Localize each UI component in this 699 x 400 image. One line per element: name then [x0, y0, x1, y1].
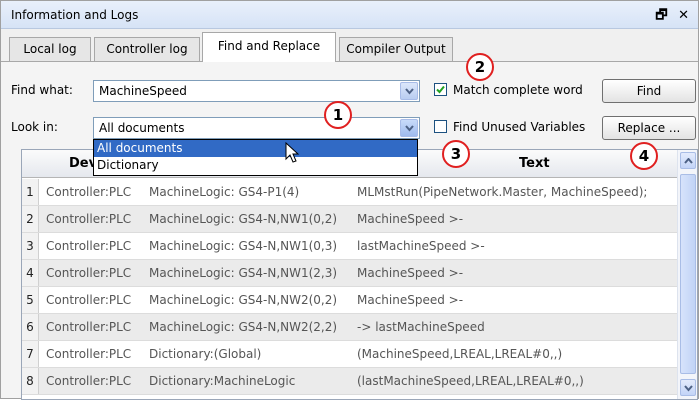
table-row[interactable]: 6 Controller:PLC MachineLogic: GS4-N,NW2…	[22, 314, 677, 341]
row-number: 4	[22, 260, 39, 286]
information-and-logs-panel: Information and Logs 🗗 ✕ Local log Contr…	[0, 0, 699, 400]
row-location: MachineLogic: GS4-P1(4)	[149, 185, 300, 199]
row-text: (lastMachineSpeed,LREAL,LREAL#0,,)	[357, 374, 584, 388]
row-location: MachineLogic: GS4-N,NW2(0,2)	[149, 293, 338, 307]
row-device: Controller:PLC	[46, 212, 132, 226]
table-row[interactable]: 2 Controller:PLC MachineLogic: GS4-N,NW1…	[22, 206, 677, 233]
row-location: MachineLogic: GS4-N,NW2(2,2)	[149, 320, 338, 334]
vertical-scrollbar[interactable]	[677, 150, 697, 399]
row-location: Dictionary:MachineLogic	[149, 374, 296, 388]
panel-title: Information and Logs	[11, 8, 139, 22]
tab-strip: Local log Controller log Find and Replac…	[1, 29, 698, 62]
scroll-up-button[interactable]	[680, 152, 696, 169]
row-device: Controller:PLC	[46, 293, 132, 307]
tab-compiler-output[interactable]: Compiler Output	[339, 37, 453, 61]
row-device: Controller:PLC	[46, 347, 132, 361]
row-text: (MachineSpeed,LREAL,LREAL#0,,)	[357, 347, 563, 361]
callout-3: 3	[442, 140, 470, 168]
chevron-up-icon	[684, 158, 693, 164]
find-what-dropdown-button[interactable]	[400, 82, 418, 100]
panel-titlebar: Information and Logs 🗗 ✕	[1, 1, 698, 29]
tab-local-log[interactable]: Local log	[9, 37, 91, 61]
row-text: MachineSpeed >-	[357, 266, 464, 280]
dropdown-option-all-documents[interactable]: All documents	[94, 140, 417, 157]
find-what-label: Find what:	[11, 83, 73, 97]
row-text: MLMstRun(PipeNetwork.Master, MachineSpee…	[357, 185, 648, 199]
find-what-combobox[interactable]: MachineSpeed	[93, 80, 420, 102]
row-number: 2	[22, 206, 39, 232]
scroll-down-button[interactable]	[680, 379, 696, 396]
row-number: 5	[22, 287, 39, 313]
find-button[interactable]: Find	[602, 79, 696, 103]
mouse-pointer-icon	[285, 142, 300, 163]
match-complete-word-label: Match complete word	[453, 83, 583, 97]
row-device: Controller:PLC	[46, 239, 132, 253]
callout-2: 2	[466, 53, 494, 81]
chevron-down-icon	[405, 125, 414, 132]
row-location: MachineLogic: GS4-N,NW1(0,2)	[149, 212, 338, 226]
table-row[interactable]: 7 Controller:PLC Dictionary:(Global) (Ma…	[22, 341, 677, 368]
look-in-dropdown-list: All documents Dictionary	[93, 139, 418, 176]
table-row[interactable]: 5 Controller:PLC MachineLogic: GS4-N,NW2…	[22, 287, 677, 314]
row-text: MachineSpeed >-	[357, 293, 464, 307]
callout-1: 1	[324, 101, 352, 129]
callout-4: 4	[630, 142, 658, 170]
tab-find-and-replace[interactable]: Find and Replace	[202, 32, 336, 62]
find-unused-variables-checkbox[interactable]	[434, 120, 447, 133]
results-grid: Dev Text 1 Controller:PLC MachineLogic: …	[21, 149, 698, 400]
table-row[interactable]: 8 Controller:PLC Dictionary:MachineLogic…	[22, 368, 677, 395]
checkmark-icon	[436, 85, 445, 94]
row-text: -> lastMachineSpeed	[357, 320, 485, 334]
match-complete-word-checkbox[interactable]	[434, 83, 447, 96]
row-number: 7	[22, 341, 39, 367]
table-row[interactable]: 3 Controller:PLC MachineLogic: GS4-N,NW1…	[22, 233, 677, 260]
row-location: Dictionary:(Global)	[149, 347, 262, 361]
row-number: 1	[22, 179, 39, 205]
row-number: 8	[22, 368, 39, 394]
chevron-down-icon	[405, 88, 414, 95]
look-in-dropdown-button[interactable]	[400, 119, 418, 137]
find-unused-variables-label: Find Unused Variables	[453, 120, 586, 134]
find-what-value: MachineSpeed	[99, 84, 187, 98]
row-location: MachineLogic: GS4-N,NW1(2,3)	[149, 266, 338, 280]
table-row[interactable]: 4 Controller:PLC MachineLogic: GS4-N,NW1…	[22, 260, 677, 287]
look-in-label: Look in:	[11, 120, 58, 134]
look-in-value: All documents	[99, 121, 185, 135]
row-device: Controller:PLC	[46, 185, 132, 199]
row-number: 3	[22, 233, 39, 259]
chevron-down-icon	[684, 385, 693, 392]
dropdown-option-dictionary[interactable]: Dictionary	[94, 157, 417, 174]
row-device: Controller:PLC	[46, 374, 132, 388]
row-location: MachineLogic: GS4-N,NW1(0,3)	[149, 239, 338, 253]
column-header-text[interactable]: Text	[519, 156, 550, 171]
row-text: lastMachineSpeed >-	[357, 239, 485, 253]
row-device: Controller:PLC	[46, 320, 132, 334]
window-controls-icon[interactable]: 🗗 ✕	[655, 6, 692, 28]
look-in-combobox[interactable]: All documents	[93, 117, 420, 139]
row-device: Controller:PLC	[46, 266, 132, 280]
table-row[interactable]: 1 Controller:PLC MachineLogic: GS4-P1(4)…	[22, 179, 677, 206]
tab-controller-log[interactable]: Controller log	[94, 37, 200, 61]
row-number: 6	[22, 314, 39, 340]
scrollbar-thumb[interactable]	[680, 174, 696, 374]
row-text: MachineSpeed >-	[357, 212, 464, 226]
replace-button[interactable]: Replace ...	[602, 116, 696, 140]
